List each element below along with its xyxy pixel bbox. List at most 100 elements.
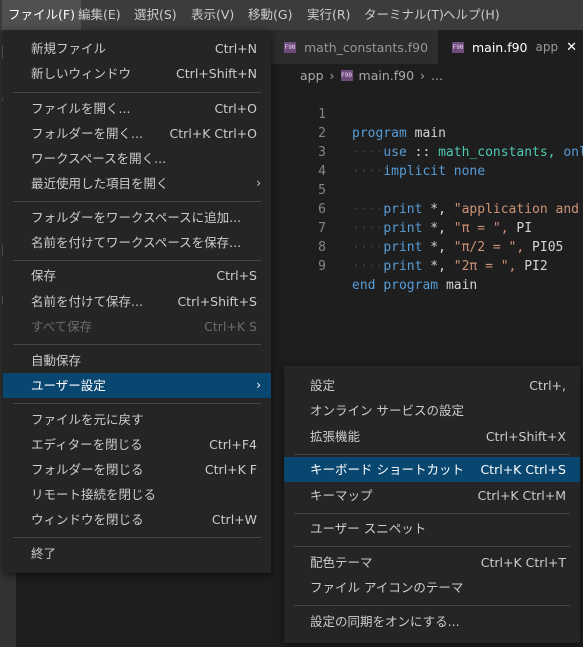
menu-go[interactable]: 移動(G) <box>242 0 298 30</box>
close-icon[interactable]: ✕ <box>566 40 577 55</box>
menu-item-exit[interactable]: 終了 <box>3 541 271 566</box>
menu-item-open-recent[interactable]: 最近使用した項目を開く › <box>3 171 271 196</box>
breadcrumb: app › F90 main.f90 › ... <box>270 64 583 86</box>
preferences-submenu: 設定 Ctrl+, オンライン サービスの設定 拡張機能 Ctrl+Shift+X … <box>284 366 580 643</box>
menu-item-save[interactable]: 保存 Ctrl+S <box>3 263 271 288</box>
code-token: PI <box>516 221 533 236</box>
menu-item-settings[interactable]: 設定 Ctrl+, <box>284 373 580 398</box>
code-line: 6 ····print *, "π = ", PI <box>270 181 532 236</box>
menu-divider <box>294 513 570 514</box>
code-token: PI05 <box>532 240 564 255</box>
menu-item-preferences[interactable]: ユーザー設定 › <box>3 373 271 398</box>
menu-divider <box>13 201 261 202</box>
menu-divider <box>13 260 261 261</box>
menu-item-open-folder[interactable]: フォルダーを開く... Ctrl+K Ctrl+O <box>3 121 271 146</box>
line-number: 9 <box>318 259 326 274</box>
code-token: "application and <box>453 202 579 217</box>
menu-item-add-folder-to-workspace[interactable]: フォルダーをワークスペースに追加... <box>3 205 271 230</box>
code-line: 2 ····use :: math_constants, onl <box>270 105 583 160</box>
code-line: 8 ····print *, "2π = ", PI2 <box>270 219 548 274</box>
menu-edit[interactable]: 編集(E) <box>72 0 127 30</box>
code-token: print <box>383 259 423 274</box>
f90-file-icon: F90 <box>340 69 353 81</box>
code-token: "2π = ", <box>453 259 517 274</box>
code-token: end <box>352 278 376 293</box>
menu-item-settings-sync[interactable]: 設定の同期をオンにする... <box>284 609 580 634</box>
code-line: 3 ····implicit none <box>270 124 485 179</box>
menu-divider <box>13 537 261 538</box>
menu-divider <box>13 92 261 93</box>
menu-divider <box>294 454 570 455</box>
tab-folder-hint: app <box>535 40 559 54</box>
menu-item-color-theme[interactable]: 配色テーマ Ctrl+K Ctrl+T <box>284 550 580 575</box>
menu-divider <box>13 403 261 404</box>
menu-file[interactable]: ファイル(F) <box>2 0 81 30</box>
f90-file-icon: F90 <box>284 41 296 53</box>
code-token: *, <box>430 259 446 274</box>
menu-item-new-file[interactable]: 新規ファイル Ctrl+N <box>3 36 271 61</box>
menu-item-open-file[interactable]: ファイルを開く... Ctrl+O <box>3 96 271 121</box>
code-line: 7 ····print *, "π/2 = ", PI05 <box>270 200 563 255</box>
tab-label: main.f90 <box>472 39 528 55</box>
code-token: print <box>383 240 423 255</box>
editor-tab-bar: F90 math_constants.f90 F90 main.f90 app … <box>270 30 583 64</box>
menu-item-close-folder[interactable]: フォルダーを閉じる Ctrl+K F <box>3 457 271 482</box>
menu-item-file-icon-theme[interactable]: ファイル アイコンのテーマ <box>284 575 580 600</box>
tab-main[interactable]: F90 main.f90 app ✕ <box>438 30 583 64</box>
menu-run[interactable]: 実行(R) <box>301 0 356 30</box>
file-menu: 新規ファイル Ctrl+N 新しいウィンドウ Ctrl+Shift+N ファイルを開… <box>3 30 271 573</box>
menu-item-auto-save[interactable]: 自動保存 <box>3 348 271 373</box>
code-token: :: <box>414 145 431 160</box>
tab-math-constants[interactable]: F90 math_constants.f90 <box>270 30 438 64</box>
code-token: print <box>383 202 423 217</box>
menu-item-close-editor[interactable]: エディターを閉じる Ctrl+F4 <box>3 432 271 457</box>
menu-item-revert-file[interactable]: ファイルを元に戻す <box>3 407 271 432</box>
code-token: program <box>352 126 407 141</box>
code-line: 5 ····print *, "application and <box>270 162 579 217</box>
menu-item-keymaps[interactable]: キーマップ Ctrl+K Ctrl+M <box>284 483 580 508</box>
menu-divider <box>13 344 261 345</box>
code-token: onl <box>563 145 583 160</box>
code-token: main <box>445 278 478 293</box>
breadcrumb-file[interactable]: main.f90 <box>359 68 415 83</box>
code-token: PI2 <box>524 259 548 274</box>
menu-item-keyboard-shortcuts[interactable]: キーボード ショートカット Ctrl+K Ctrl+S <box>284 457 580 482</box>
menu-item-new-window[interactable]: 新しいウィンドウ Ctrl+Shift+N <box>3 61 271 86</box>
code-line: 4 <box>270 143 326 179</box>
menu-divider <box>294 546 570 547</box>
menu-view[interactable]: 表示(V) <box>185 0 240 30</box>
code-token: *, <box>430 240 446 255</box>
menu-bar: ファイル(F) 編集(E) 選択(S) 表示(V) 移動(G) 実行(R) ター… <box>0 0 583 30</box>
code-token: program <box>383 278 439 293</box>
breadcrumb-folder[interactable]: app <box>300 68 324 83</box>
menu-item-save-as[interactable]: 名前を付けて保存... Ctrl+Shift+S <box>3 289 271 314</box>
f90-file-icon: F90 <box>452 41 464 53</box>
code-line: 9 end program main <box>270 238 477 293</box>
menu-item-close-window[interactable]: ウィンドウを閉じる Ctrl+W <box>3 507 271 532</box>
tab-label: math_constants.f90 <box>304 39 429 55</box>
menu-item-close-remote[interactable]: リモート接続を閉じる <box>3 482 271 507</box>
code-token: math_constants, <box>438 145 556 160</box>
menu-item-save-workspace-as[interactable]: 名前を付けてワークスペースを保存... <box>3 230 271 255</box>
menu-selection[interactable]: 選択(S) <box>128 0 183 30</box>
code-token: use <box>383 145 407 160</box>
menu-item-open-workspace[interactable]: ワークスペースを開く... <box>3 146 271 171</box>
menu-item-online-services[interactable]: オンライン サービスの設定 <box>284 398 580 423</box>
menu-item-extensions[interactable]: 拡張機能 Ctrl+Shift+X <box>284 424 580 449</box>
menu-help[interactable]: ヘルプ(H) <box>437 0 506 30</box>
code-token: none <box>453 164 486 179</box>
chevron-right-icon: › <box>420 67 426 83</box>
code-token: implicit <box>383 164 446 179</box>
code-line: 1 program main <box>270 86 446 141</box>
code-token: print <box>383 221 423 236</box>
chevron-right-icon: › <box>329 67 335 83</box>
code-token: *, <box>430 221 446 236</box>
code-token: main <box>414 126 446 141</box>
menu-item-save-all: すべて保存 Ctrl+K S <box>31 319 257 334</box>
chevron-right-icon: › <box>256 378 261 392</box>
chevron-right-icon: › <box>256 176 261 190</box>
breadcrumb-more[interactable]: ... <box>431 68 443 83</box>
code-token: "π/2 = ", <box>453 240 525 255</box>
menu-divider <box>294 605 570 606</box>
menu-item-user-snippets[interactable]: ユーザー スニペット <box>284 516 580 541</box>
